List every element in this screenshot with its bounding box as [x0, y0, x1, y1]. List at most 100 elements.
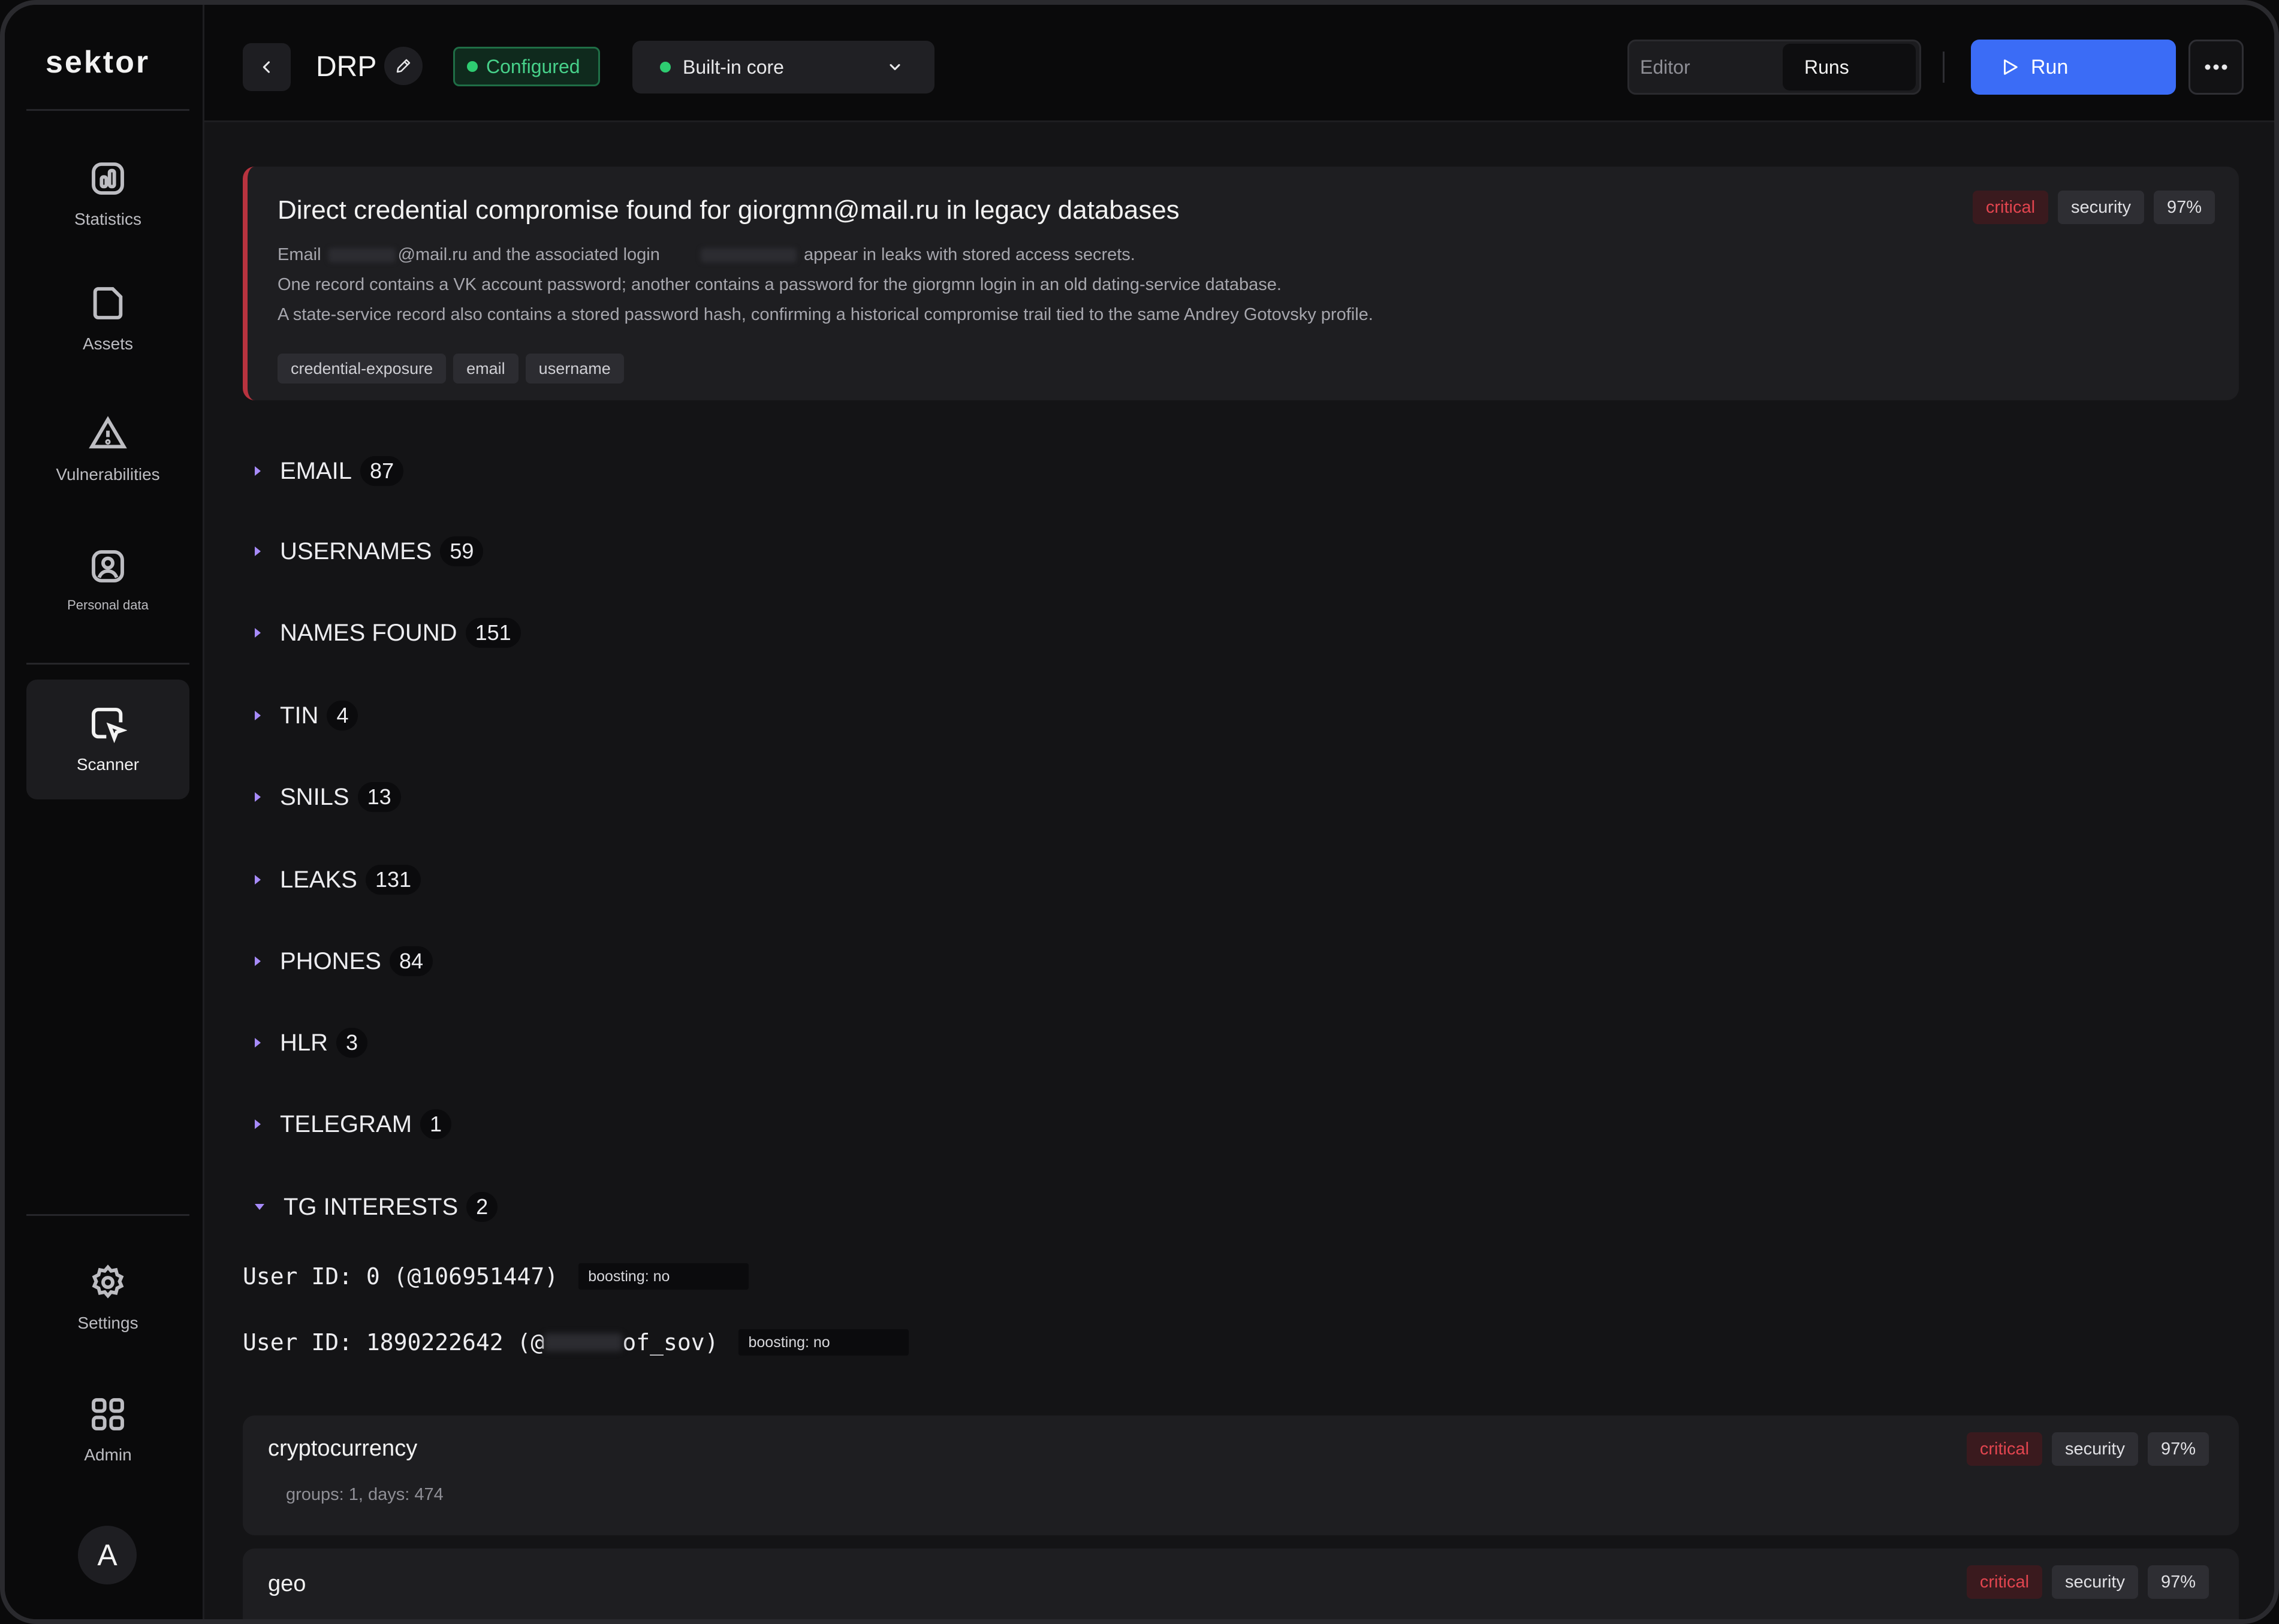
section-label: LEAKS — [280, 866, 357, 893]
section-tin[interactable]: TIN 4 — [255, 698, 358, 733]
category-badge: security — [2052, 1565, 2138, 1599]
section-count: 13 — [357, 782, 401, 812]
section-count: 151 — [465, 618, 521, 648]
core-select-value: Built-in core — [683, 56, 784, 78]
section-names-found[interactable]: NAMES FOUND 151 — [255, 615, 521, 651]
redacted-text — [328, 248, 396, 263]
sidebar-item-label: Assets — [82, 334, 134, 353]
play-icon — [2004, 59, 2018, 75]
section-label: TG INTERESTS — [284, 1193, 459, 1220]
view-toggle: Editor Runs — [1627, 40, 1921, 95]
expand-icon — [255, 875, 261, 885]
interest-title: geo — [268, 1571, 306, 1596]
finding-title: Direct credential compromise found for g… — [278, 195, 1180, 225]
sidebar-item-label: Admin — [84, 1445, 132, 1464]
section-count: 1 — [420, 1109, 452, 1139]
confidence-badge: 97% — [2153, 191, 2215, 224]
interest-tags: critical security 97% — [1966, 1432, 2209, 1466]
expand-icon — [255, 1119, 261, 1129]
boost-status: boosting: no — [578, 1263, 749, 1290]
main-content: Direct credential compromise found for g… — [204, 122, 2274, 1619]
sidebar-divider — [26, 663, 189, 665]
redacted-text — [544, 1333, 623, 1351]
back-button[interactable] — [243, 43, 291, 91]
chevron-left-icon — [263, 61, 270, 73]
sidebar-item-label: Personal data — [67, 597, 149, 612]
section-telegram[interactable]: TELEGRAM 1 — [255, 1106, 452, 1142]
finding-line-3: A state-service record also contains a s… — [278, 305, 1373, 324]
section-label: TELEGRAM — [280, 1110, 412, 1137]
sidebar-item-settings[interactable]: Settings — [26, 1238, 189, 1358]
chart-icon — [92, 162, 124, 195]
interest-tags: critical security 97% — [1966, 1565, 2209, 1599]
finding-tags: critical security 97% — [1972, 191, 2215, 224]
scanner-icon — [92, 708, 127, 743]
sidebar-item-scanner[interactable]: Scanner — [26, 680, 189, 799]
section-label: HLR — [280, 1029, 328, 1056]
app-frame: sektor Statistics Assets Vulnerabilities… — [0, 0, 2279, 1624]
sidebar-item-label: Settings — [77, 1314, 138, 1332]
section-tg-interests[interactable]: TG INTERESTS 2 — [255, 1189, 498, 1225]
expand-icon — [255, 547, 261, 556]
edit-title-button[interactable] — [384, 47, 423, 85]
run-button[interactable]: Run — [1971, 40, 2176, 95]
chip: email — [453, 354, 518, 384]
boost-status: boosting: no — [738, 1329, 909, 1356]
more-icon — [2205, 64, 2227, 70]
section-count: 2 — [466, 1192, 498, 1222]
expand-icon — [255, 628, 261, 638]
section-count: 84 — [389, 946, 433, 976]
run-button-label: Run — [2031, 55, 2069, 79]
finding-line-1-prefix: Email — [278, 245, 321, 264]
sidebar-item-personal-data[interactable]: Personal data — [26, 520, 189, 640]
warning-icon — [89, 416, 127, 449]
section-count: 87 — [360, 456, 404, 486]
tab-runs[interactable]: Runs — [1783, 44, 1916, 90]
expand-icon — [255, 792, 261, 802]
topbar: DRP Configured Built-in core Editor Runs… — [204, 5, 2274, 122]
section-hlr[interactable]: HLR 3 — [255, 1025, 368, 1061]
collapse-icon — [255, 1204, 264, 1210]
logo: sektor — [46, 45, 150, 80]
confidence-badge: 97% — [2147, 1432, 2209, 1466]
section-label: NAMES FOUND — [280, 619, 457, 646]
sidebar-item-statistics[interactable]: Statistics — [26, 134, 189, 254]
finding-line-1-mid: @mail.ru and the associated login — [397, 245, 660, 264]
avatar[interactable]: A — [78, 1526, 137, 1584]
category-badge: security — [2058, 191, 2144, 224]
chip: credential-exposure — [278, 354, 447, 384]
section-usernames[interactable]: USERNAMES 59 — [255, 533, 484, 569]
chip: username — [525, 354, 624, 384]
sidebar-item-assets[interactable]: Assets — [26, 259, 189, 379]
finding-line-1: Email @mail.ru and the associated login … — [278, 240, 1373, 270]
page-title: DRP — [316, 51, 377, 83]
status-badge: Configured — [453, 47, 600, 86]
core-status-dot — [660, 62, 671, 73]
tab-editor[interactable]: Editor — [1629, 44, 1783, 90]
finding-chips: credential-exposure email username — [278, 354, 624, 384]
interest-card-cryptocurrency[interactable]: cryptocurrency groups: 1, days: 474 crit… — [243, 1415, 2239, 1535]
sidebar-divider — [26, 1214, 189, 1216]
pencil-icon — [396, 59, 411, 73]
sidebar-item-label: Vulnerabilities — [56, 465, 160, 484]
more-options-button[interactable] — [2188, 40, 2244, 95]
sidebar-item-vulnerabilities[interactable]: Vulnerabilities — [26, 390, 189, 509]
sidebar-item-admin[interactable]: Admin — [26, 1370, 189, 1490]
redacted-text — [700, 248, 797, 263]
section-label: PHONES — [280, 947, 381, 974]
section-snils[interactable]: SNILS 13 — [255, 779, 401, 815]
section-email[interactable]: EMAIL 87 — [255, 453, 404, 489]
tg-user-id: User ID: 0 (@106951447) — [243, 1263, 559, 1290]
interest-card-geo[interactable]: geo critical security 97% — [243, 1548, 2239, 1619]
status-dot — [467, 61, 478, 72]
section-phones[interactable]: PHONES 84 — [255, 943, 433, 979]
severity-badge: critical — [1966, 1565, 2043, 1599]
tg-user-id-suffix: of_sov) — [622, 1329, 719, 1356]
finding-card: Direct credential compromise found for g… — [243, 167, 2239, 400]
severity-badge: critical — [1966, 1432, 2043, 1466]
section-leaks[interactable]: LEAKS 131 — [255, 862, 421, 898]
sidebar-item-label: Statistics — [74, 210, 142, 228]
expand-icon — [255, 466, 261, 476]
core-select[interactable]: Built-in core — [632, 41, 934, 93]
section-count: 3 — [336, 1028, 368, 1058]
